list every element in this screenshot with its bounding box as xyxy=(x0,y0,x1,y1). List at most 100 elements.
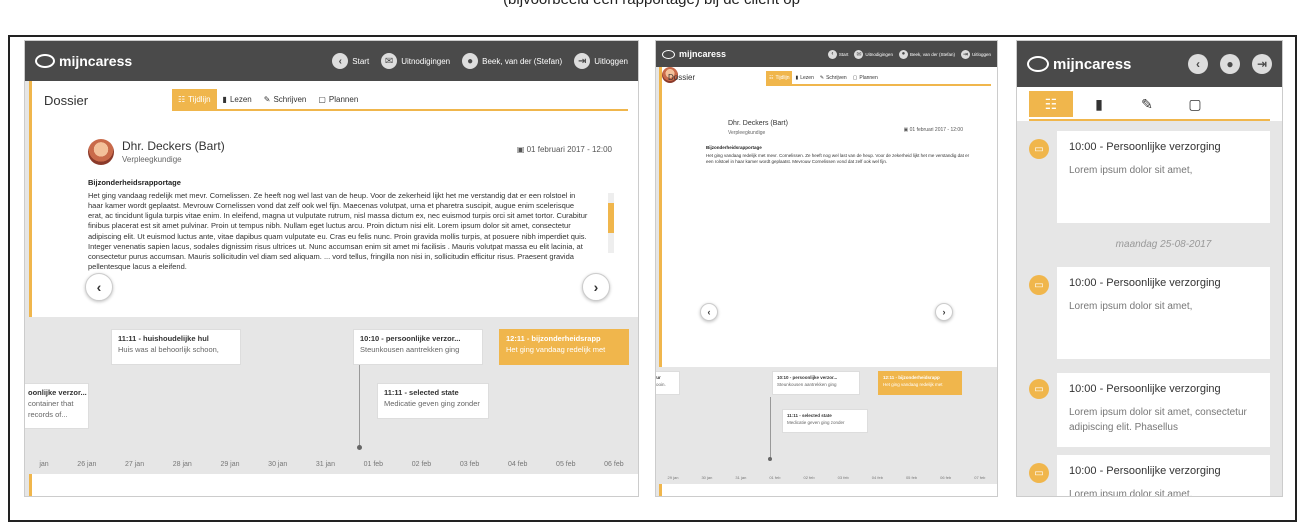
tab-schrijven[interactable]: ✎ xyxy=(1125,91,1169,117)
calendar-icon: ▢ xyxy=(1188,95,1202,112)
tab-plannen[interactable]: ▢ Plannen xyxy=(850,71,881,84)
nav-label: Beek, van der (Stefan) xyxy=(482,56,563,66)
nav-label: Start xyxy=(352,56,370,66)
card-text: Het ging vandaag redelijk met xyxy=(506,345,606,354)
nav-start[interactable]: ‹ Start xyxy=(827,49,848,59)
axis-tick: 03 feb xyxy=(837,475,849,480)
tablet-view: mijncaress ‹ Start ✉ Uitnodigingen ● Beek, … xyxy=(655,40,998,497)
app-logo[interactable]: mijncaress xyxy=(662,49,726,59)
timeline-card[interactable]: 11:11 - selected state Medicatie geven g… xyxy=(782,409,868,433)
back-arrow-icon[interactable]: ‹ xyxy=(1188,54,1208,74)
axis-tick: 29 jan xyxy=(220,461,240,468)
nav-start[interactable]: ‹ Start xyxy=(332,53,369,69)
tab-label: Tijdlijn xyxy=(188,94,211,104)
timeline-card[interactable]: 10:10 - persoonlijke verzor... Steunkous… xyxy=(353,329,483,365)
user-icon[interactable]: ● xyxy=(1220,54,1240,74)
timeline-marker-line xyxy=(770,397,771,459)
mobile-view: mijncaress ‹ ● ⇥ ☷ ▮ ✎ ▢ ▭ 10:00 - Perso… xyxy=(1016,40,1283,497)
feed-item[interactable]: 10:00 - Persoonlijke verzorging Lorem ip… xyxy=(1057,267,1270,359)
card-title: 11:11 - selected state xyxy=(787,413,832,418)
tab-lezen[interactable]: ▮ Lezen xyxy=(792,71,816,84)
feed-item[interactable]: 10:00 - Persoonlijke verzorging Lorem ip… xyxy=(1057,455,1270,497)
tab-underline xyxy=(766,84,991,86)
book-icon: ▮ xyxy=(222,94,227,104)
comment-icon: ▭ xyxy=(1029,275,1049,295)
author-name: Dhr. Deckers (Bart) xyxy=(728,120,788,127)
scrollbar[interactable] xyxy=(608,193,614,253)
card-title: 10:10 - persoonlijke verzor... xyxy=(360,334,461,343)
timeline-card[interactable]: oonlijke verzor... container that record… xyxy=(25,383,89,429)
tab-label: Plannen xyxy=(328,94,359,104)
timeline-marker-dot xyxy=(357,445,362,450)
card-text: records of... xyxy=(28,410,68,419)
nav-uitloggen[interactable]: ⇥ Uitloggen xyxy=(960,49,991,59)
previous-button[interactable]: ‹ xyxy=(700,303,718,321)
tab-tijdlijn[interactable]: ☷ Tijdlijn xyxy=(766,71,793,84)
tab-label: Lezen xyxy=(229,94,252,104)
nav-uitnodigingen[interactable]: ✉ Uitnodigingen xyxy=(854,49,893,59)
app-logo[interactable]: mijncaress xyxy=(1027,56,1131,73)
invite-icon: ✉ xyxy=(381,53,398,69)
previous-button[interactable]: ‹ xyxy=(85,273,113,301)
date-separator: maandag 25-08-2017 xyxy=(1115,239,1212,250)
logout-icon[interactable]: ⇥ xyxy=(1252,54,1272,74)
next-button[interactable]: › xyxy=(582,273,610,301)
chevron-right-icon: › xyxy=(942,307,946,317)
desktop-view: mijncaress ‹ Start ✉ Uitnodigingen ● Beek, … xyxy=(24,40,639,497)
tab-tijdlijn[interactable]: ☷ Tijdlijn xyxy=(172,89,217,109)
timeline-card[interactable]: 11:11 - huishoudelijke hul Huis was al b… xyxy=(111,329,241,365)
tab-tijdlijn[interactable]: ☷ xyxy=(1029,91,1073,117)
tab-lezen[interactable]: ▮ xyxy=(1077,91,1121,117)
timeline-marker-dot xyxy=(768,457,772,461)
feed-title: 10:00 - Persoonlijke verzorging xyxy=(1069,465,1221,477)
axis-tick: 02 feb xyxy=(803,475,815,480)
card-text: Steunkousen aantrekken ging xyxy=(777,382,837,387)
feed-body: Lorem ipsum dolor sit amet. xyxy=(1069,489,1193,497)
axis-tick: 02 feb xyxy=(411,461,432,468)
logo-text: mijncaress xyxy=(59,53,133,69)
nav-uitnodigingen[interactable]: ✉ Uitnodigingen xyxy=(381,53,450,69)
feed-item[interactable]: 10:00 - Persoonlijke verzorging Lorem ip… xyxy=(1057,131,1270,223)
axis-tick: 05 feb xyxy=(905,475,918,480)
nav-user[interactable]: ● Beek, van der (Stefan) xyxy=(898,49,955,59)
axis-tick: 04 feb xyxy=(871,475,883,480)
logo-text: mijncaress xyxy=(1053,55,1132,73)
tab-schrijven[interactable]: ✎ Schrijven xyxy=(258,89,313,109)
tab-plannen[interactable]: ▢ xyxy=(1173,91,1217,117)
app-logo[interactable]: mijncaress xyxy=(35,53,132,69)
scrollbar-thumb[interactable] xyxy=(608,203,614,233)
comment-icon: ▭ xyxy=(1029,139,1049,159)
nav-uitloggen[interactable]: ⇥ Uitloggen xyxy=(574,53,628,69)
report-body: Het ging vandaag redelijk met mevr. Corn… xyxy=(88,191,588,271)
card-title: 11:11 - huishoudelijke hul xyxy=(118,334,209,343)
feed-item[interactable]: 10:00 - Persoonlijke verzorging Lorem ip… xyxy=(1057,373,1270,447)
tab-schrijven[interactable]: ✎ Schrijven xyxy=(817,71,850,84)
logo-text: mijncaress xyxy=(679,49,727,59)
axis-tick: 07 feb xyxy=(974,475,986,480)
axis-tick: 04 feb xyxy=(507,461,528,468)
tab-label: Lezen xyxy=(800,74,814,81)
timeline-axis: 29 jan 30 jan 31 jan 01 feb 02 feb 03 fe… xyxy=(656,475,997,480)
tab-plannen[interactable]: ▢ Plannen xyxy=(312,89,364,109)
axis-tick: 05 feb xyxy=(556,461,576,468)
card-title: 12:11 - bijzonderheidsrapp xyxy=(883,375,940,380)
top-bar: mijncaress ‹ Start ✉ Uitnodigingen ● Beek, … xyxy=(25,41,638,81)
nav-user[interactable]: ● Beek, van der (Stefan) xyxy=(462,53,562,69)
axis-tick: 28 jan xyxy=(172,461,192,468)
timeline-card[interactable]: ïur iooin. xyxy=(656,371,680,395)
timeline-card[interactable]: 10:10 - persoonlijke verzor... Steunkous… xyxy=(772,371,860,395)
axis-tick: 30 jan xyxy=(701,475,713,480)
nav-label: Uitnodigingen xyxy=(865,51,893,57)
tab-lezen[interactable]: ▮ Lezen xyxy=(217,89,258,109)
axis-tick: 01 feb xyxy=(769,475,781,480)
page-title: Dossier xyxy=(44,93,89,108)
author-name: Dhr. Deckers (Bart) xyxy=(122,139,225,153)
next-button[interactable]: › xyxy=(935,303,953,321)
timeline-card[interactable]: 11:11 - selected state Medicatie geven g… xyxy=(377,383,489,419)
book-icon: ▮ xyxy=(1095,95,1103,112)
timeline-card-selected[interactable]: 12:11 - bijzonderheidsrapp Het ging vand… xyxy=(878,371,962,395)
timeline: 10:10 - persoonlijke verzor... Steunkous… xyxy=(656,367,997,496)
timeline-card-selected[interactable]: 12:11 - bijzonderheidsrapp Het ging vand… xyxy=(499,329,629,365)
calendar-icon: ▣ xyxy=(516,145,527,154)
back-arrow-icon: ‹ xyxy=(827,49,837,59)
